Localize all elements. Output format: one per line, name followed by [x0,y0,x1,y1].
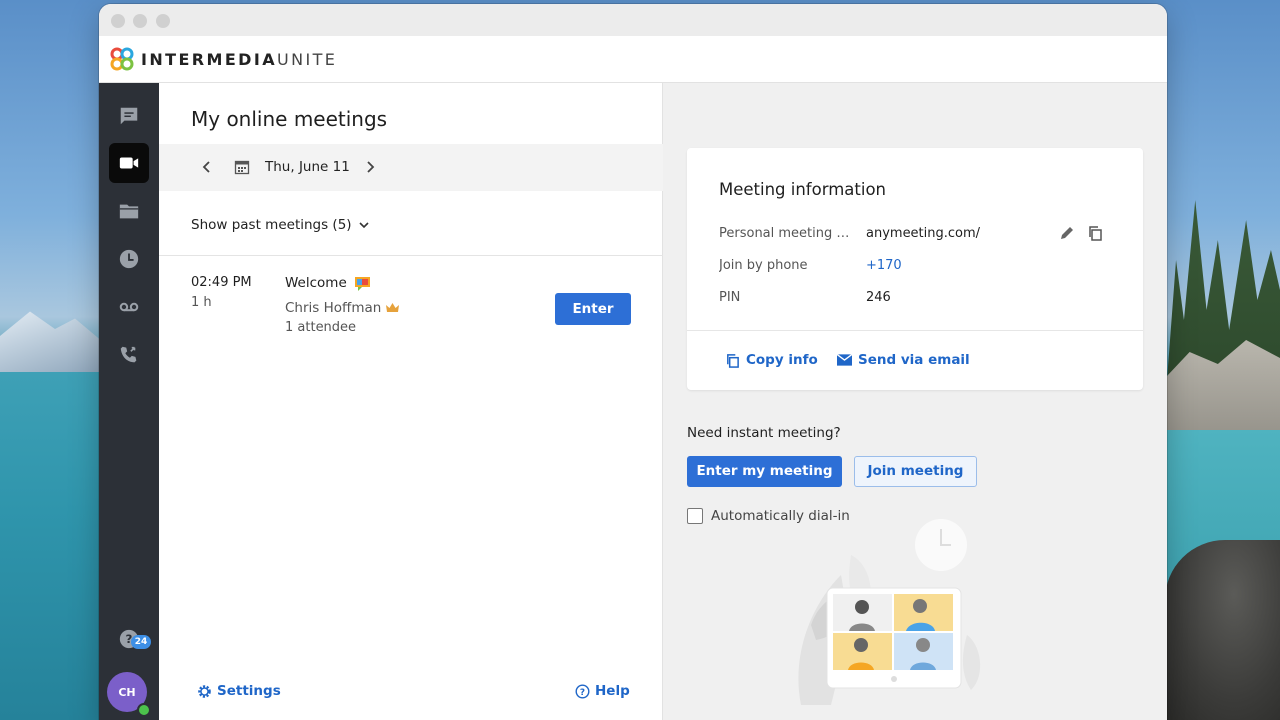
phone-forward-icon [120,346,137,363]
wallpaper-mountain [0,311,100,378]
meetings-panel: My online meetings Thu, June 11 Show pas… [159,83,663,720]
copy-info-button[interactable]: Copy info [725,352,818,368]
host-name: Chris Hoffman [285,300,382,316]
brand-wordmark: INTERMEDIAUNITE [141,50,338,69]
gear-icon [198,684,211,698]
date-navigator: Thu, June 11 [159,144,663,191]
voicemail-icon [119,302,139,312]
divider [159,255,663,256]
meeting-title[interactable]: Welcome [285,275,347,291]
app-header: INTERMEDIAUNITE [99,36,1167,83]
meeting-chat-icon [355,277,370,291]
calendar-icon[interactable] [234,159,250,175]
help-badge: 24 [131,635,151,649]
meeting-info-panel: Meeting information Personal meeting URL… [663,83,1167,720]
chevron-left-icon[interactable] [198,158,216,176]
meeting-info-card: Meeting information Personal meeting URL… [687,148,1143,390]
send-email-label: Send via email [858,352,970,368]
settings-link[interactable]: Settings [197,683,281,699]
chevron-down-icon [358,222,369,229]
svg-text:?: ? [580,687,585,697]
copy-icon[interactable] [1087,225,1103,241]
folder-icon [119,204,139,219]
help-circle-icon: ? [575,684,590,698]
instant-meeting-title: Need instant meeting? [687,425,841,441]
meeting-host: Chris Hoffman [285,300,400,316]
help-label: Help [595,683,630,699]
chevron-right-icon[interactable] [361,158,379,176]
settings-label: Settings [217,683,281,699]
minimize-window-button[interactable] [133,14,147,28]
personal-meeting-url[interactable]: anymeeting.com/c [866,226,980,241]
email-icon [837,354,852,366]
enter-meeting-button[interactable]: Enter [555,293,631,325]
copy-info-label: Copy info [746,352,818,368]
clock-icon [119,249,139,269]
sidebar-item-history[interactable] [109,239,149,279]
chat-icon [120,107,138,125]
app-window: INTERMEDIAUNITE ? 24 CH My online meetin… [99,4,1167,720]
past-meetings-label: Show past meetings (5) [191,217,352,233]
meeting-attendees: 1 attendee [285,320,357,335]
meeting-time: 02:49 PM [191,275,252,290]
join-phone-number[interactable]: +170 [866,258,980,273]
sidebar-item-files[interactable] [109,191,149,231]
intermedia-logo-icon [110,47,134,71]
info-label-phone: Join by phone [719,258,808,273]
pencil-icon[interactable] [1059,225,1075,241]
page-title: My online meetings [191,107,388,131]
presence-indicator [137,703,151,717]
info-label-pin: PIN [719,290,741,305]
sidebar: ? 24 CH [99,83,159,720]
divider [687,330,1143,331]
show-past-meetings-toggle[interactable]: Show past meetings (5) [191,217,370,233]
enter-my-meeting-button[interactable]: Enter my meeting [687,456,842,487]
wallpaper-boulder [1165,540,1280,720]
info-card-title: Meeting information [719,180,886,199]
window-titlebar [99,4,1167,36]
current-date[interactable]: Thu, June 11 [265,159,350,175]
copy-icon [727,353,739,368]
close-window-button[interactable] [111,14,125,28]
info-label-url: Personal meeting URL [719,226,857,241]
wallpaper-water [0,372,100,720]
meeting-illustration [798,519,981,705]
meeting-pin: 246 [866,290,891,305]
join-meeting-button[interactable]: Join meeting [854,456,977,487]
send-via-email-button[interactable]: Send via email [837,352,970,368]
help-link[interactable]: ? Help [575,683,630,699]
sidebar-item-calls[interactable] [109,335,149,375]
meeting-duration: 1 h [191,295,212,310]
zoom-window-button[interactable] [156,14,170,28]
crown-icon [386,303,400,312]
auto-dial-in-checkbox[interactable] [687,508,703,524]
sidebar-item-voicemail[interactable] [109,287,149,327]
video-camera-icon [119,157,139,169]
sidebar-item-chat[interactable] [109,96,149,136]
sidebar-item-meetings[interactable] [109,143,149,183]
